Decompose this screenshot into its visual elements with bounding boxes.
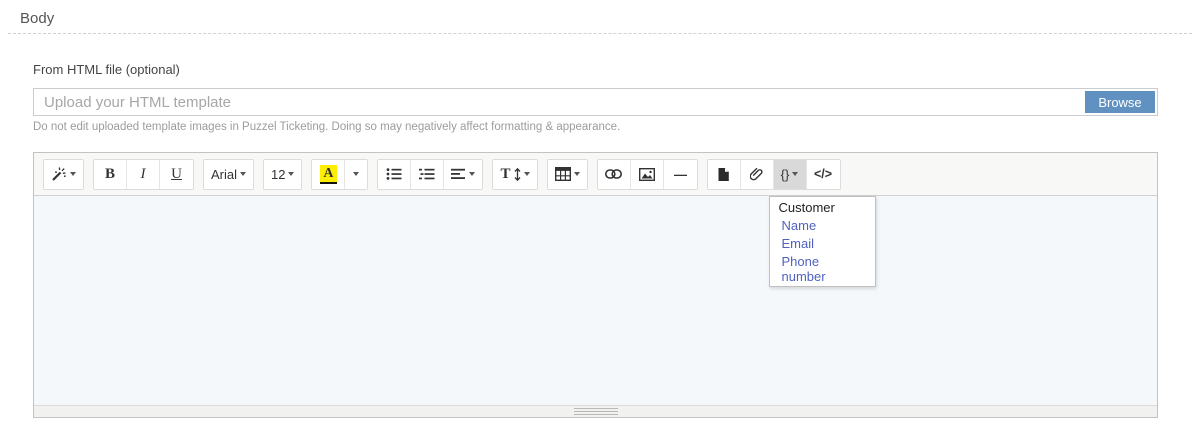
toolbar-group-font-color: A — [311, 159, 368, 190]
toolbar-group-lists — [377, 159, 483, 190]
toolbar-group-text-style: B I U — [93, 159, 194, 190]
magic-wand-icon — [51, 166, 67, 182]
bullet-list-button[interactable] — [378, 160, 411, 189]
dropdown-item-phone-number[interactable]: Phone number — [770, 253, 875, 286]
editor-toolbar: B I U Arial 12 A — [34, 153, 1157, 196]
toolbar-group-line-height: T — [492, 159, 537, 190]
caret-down-icon — [353, 172, 359, 176]
bullet-list-icon — [386, 167, 402, 181]
image-button[interactable] — [631, 160, 664, 189]
link-button[interactable] — [598, 160, 631, 189]
numbered-list-button[interactable] — [411, 160, 444, 189]
attachment-button[interactable] — [741, 160, 774, 189]
upload-helper-text: Do not edit uploaded template images in … — [33, 121, 620, 133]
section-divider — [8, 33, 1192, 34]
text-align-button[interactable] — [444, 160, 482, 189]
file-upload-input[interactable] — [34, 89, 1157, 115]
line-height-label: T — [500, 166, 510, 183]
caret-down-icon — [240, 172, 246, 176]
magic-wand-button[interactable] — [44, 160, 83, 189]
line-height-icon — [514, 168, 521, 181]
file-upload-field: Browse — [33, 88, 1158, 116]
editor-content-area[interactable] — [34, 196, 1157, 405]
toolbar-group-font-family: Arial — [203, 159, 254, 190]
caret-down-icon — [70, 172, 76, 176]
toolbar-group-insert: — — [597, 159, 698, 190]
underline-label: U — [171, 166, 182, 183]
toolbar-group-advanced: {} Customer Name Email Phone number </> — [707, 159, 841, 190]
table-icon — [555, 167, 571, 181]
dropdown-group-header: Customer — [770, 197, 875, 217]
page-title: Body — [20, 10, 54, 27]
caret-down-icon — [469, 172, 475, 176]
toolbar-group-magic — [43, 159, 84, 190]
font-family-select[interactable]: Arial — [204, 160, 253, 189]
bold-button[interactable]: B — [94, 160, 127, 189]
image-icon — [639, 168, 655, 181]
placeholder-braces-icon: {} — [781, 167, 790, 182]
placeholder-dropdown-menu: Customer Name Email Phone number — [769, 196, 876, 287]
caret-down-icon — [524, 172, 530, 176]
font-color-button[interactable]: A — [312, 160, 345, 189]
code-icon: </> — [814, 167, 832, 181]
font-size-select[interactable]: 12 — [264, 160, 301, 189]
rich-text-editor: B I U Arial 12 A — [33, 152, 1158, 418]
font-color-caret-button[interactable] — [345, 160, 367, 189]
font-family-value: Arial — [211, 167, 237, 182]
dropdown-item-name[interactable]: Name — [770, 217, 875, 235]
insert-placeholder-button[interactable]: {} Customer Name Email Phone number — [774, 160, 807, 189]
file-upload-label: From HTML file (optional) — [33, 62, 180, 77]
browse-button[interactable]: Browse — [1085, 91, 1155, 113]
link-icon — [605, 169, 622, 179]
caret-down-icon — [792, 172, 798, 176]
italic-button[interactable]: I — [127, 160, 160, 189]
horizontal-rule-icon: — — [674, 167, 686, 182]
code-view-button[interactable]: </> — [807, 160, 840, 189]
toolbar-group-table — [547, 159, 588, 190]
caret-down-icon — [574, 172, 580, 176]
font-size-value: 12 — [271, 167, 285, 182]
italic-label: I — [141, 166, 146, 183]
numbered-list-icon — [419, 167, 435, 181]
underline-button[interactable]: U — [160, 160, 193, 189]
document-icon — [717, 167, 730, 182]
template-document-button[interactable] — [708, 160, 741, 189]
resize-grip-icon — [574, 408, 618, 415]
font-color-label: A — [320, 165, 336, 184]
horizontal-rule-button[interactable]: — — [664, 160, 697, 189]
line-height-button[interactable]: T — [493, 160, 536, 189]
table-button[interactable] — [548, 160, 587, 189]
caret-down-icon — [288, 172, 294, 176]
toolbar-group-font-size: 12 — [263, 159, 302, 190]
dropdown-item-email[interactable]: Email — [770, 235, 875, 253]
editor-resize-handle[interactable] — [34, 405, 1157, 417]
align-left-icon — [451, 168, 466, 180]
bold-label: B — [105, 166, 115, 183]
paperclip-icon — [750, 167, 764, 181]
